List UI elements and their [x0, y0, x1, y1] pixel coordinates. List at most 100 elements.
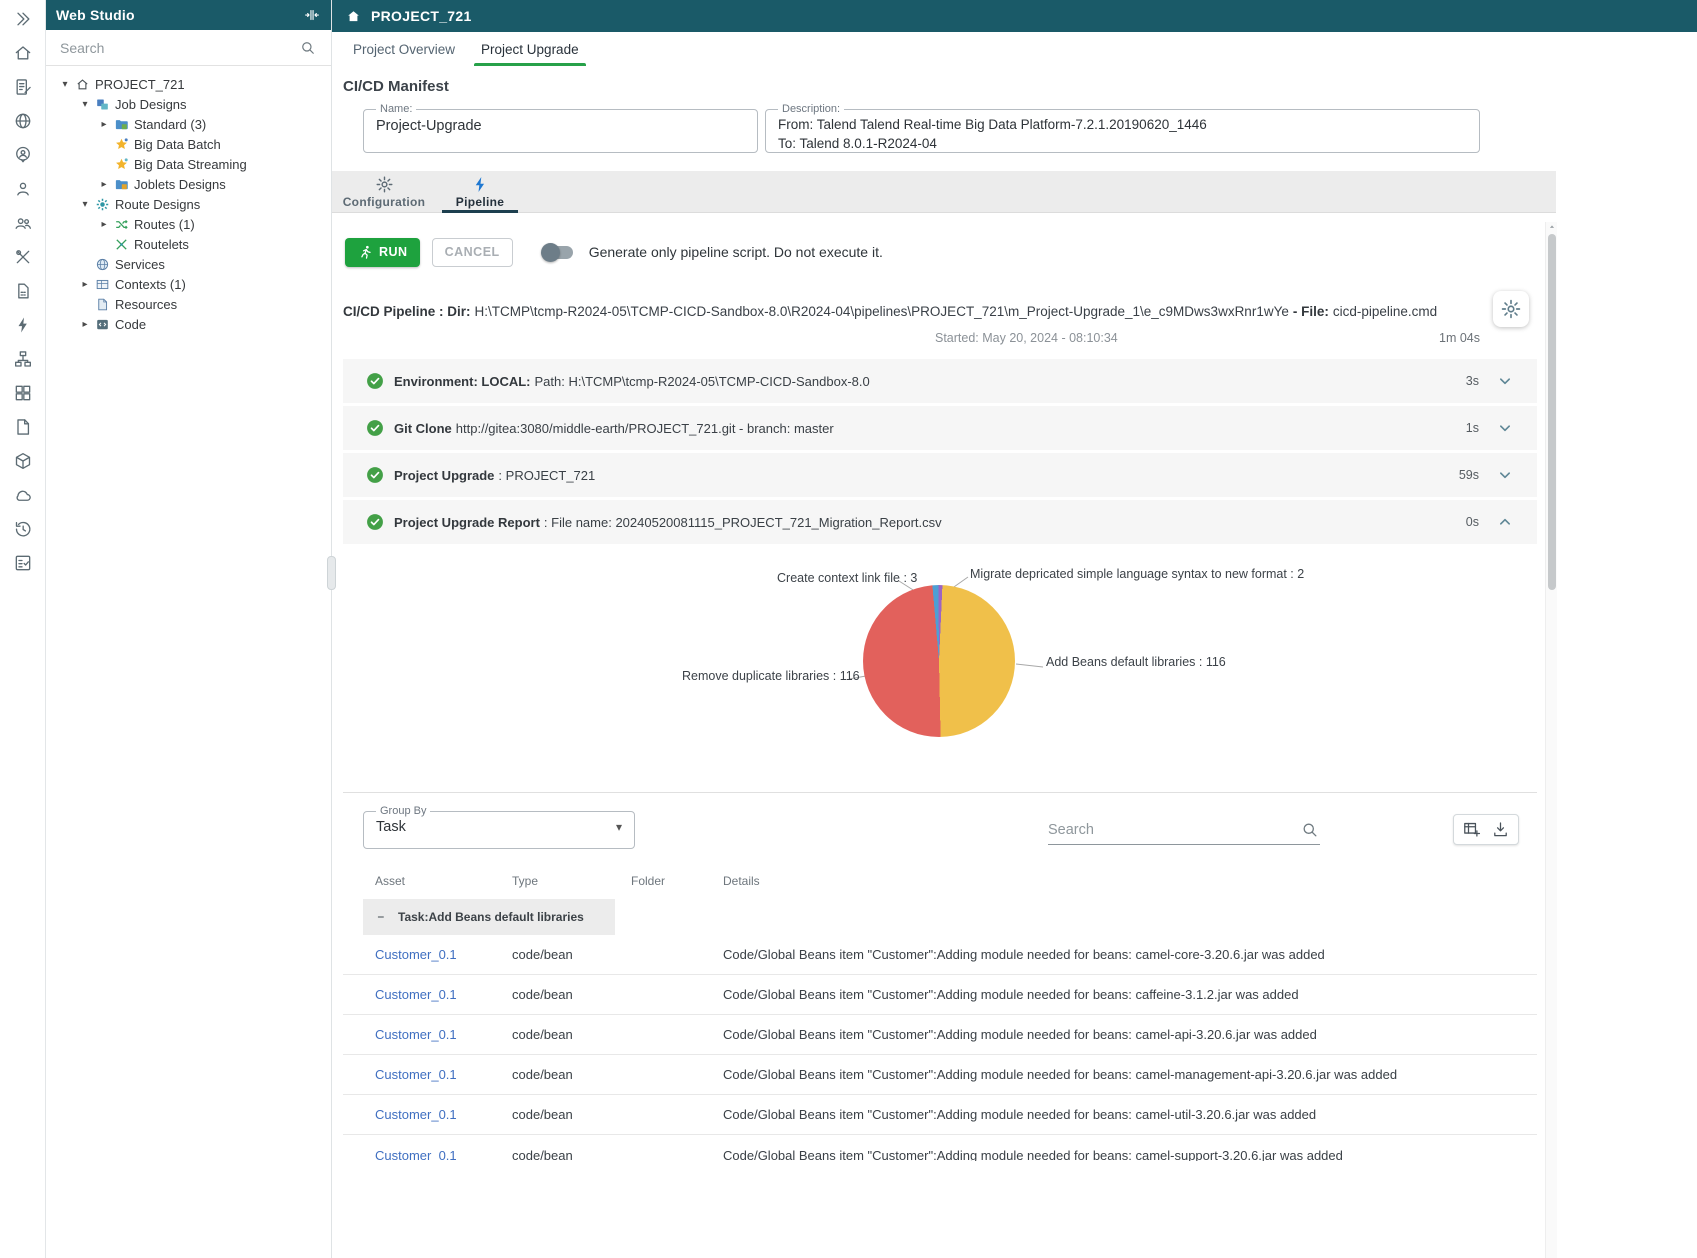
tree-item-resources[interactable]: Resources [46, 294, 331, 314]
tab-project-upgrade[interactable]: Project Upgrade [468, 32, 592, 66]
expand-open-icon[interactable]: ▾ [60, 79, 70, 90]
sidebar-title: Web Studio [56, 7, 135, 23]
gear-icon [1500, 298, 1522, 320]
collapse-panel-icon[interactable] [303, 6, 321, 24]
table-row: Customer_0.1 code/bean Code/Global Beans… [343, 975, 1537, 1015]
tree-item-code[interactable]: ▸Code [46, 314, 331, 334]
document-icon[interactable] [11, 416, 35, 438]
asset-link[interactable]: Customer_0.1 [375, 1027, 512, 1042]
table-row: Customer_0.1 code/bean Code/Global Beans… [343, 1055, 1537, 1095]
scrollbar-thumb[interactable] [1548, 234, 1556, 590]
step-project-upgrade[interactable]: Project Upgrade: PROJECT_721 59s [343, 453, 1537, 497]
asset-link[interactable]: Customer_0.1 [375, 1067, 512, 1082]
route-designs-icon [95, 197, 110, 212]
subtab-configuration[interactable]: Configuration [336, 171, 432, 212]
history-icon[interactable] [11, 518, 35, 540]
step-environment[interactable]: Environment: LOCAL:Path: H:\TCMP\tcmp-R2… [343, 359, 1537, 403]
vertical-scrollbar[interactable] [1545, 222, 1557, 1258]
tree-item-routelets[interactable]: Routelets [46, 234, 331, 254]
pie-label-migrate-syntax: Migrate depricated simple language synta… [970, 567, 1304, 581]
expand-open-icon[interactable]: ▾ [80, 199, 90, 210]
person-icon[interactable] [11, 178, 35, 200]
people-icon[interactable] [11, 212, 35, 234]
tree-item-route-designs[interactable]: ▾Route Designs [46, 194, 331, 214]
cloud-icon[interactable] [11, 484, 35, 506]
cancel-button[interactable]: CANCEL [432, 238, 513, 267]
search-icon[interactable] [299, 39, 317, 57]
step-project-upgrade-report[interactable]: Project Upgrade Report: File name: 20240… [343, 500, 1537, 544]
report-search-input[interactable] [1048, 822, 1300, 838]
expand-closed-icon[interactable]: ▸ [99, 119, 109, 130]
folder-icon [114, 177, 129, 192]
home-icon[interactable] [11, 42, 35, 64]
expand-closed-icon[interactable]: ▸ [99, 179, 109, 190]
person-pin-icon[interactable] [11, 144, 35, 166]
double-chevron-right-icon[interactable] [11, 8, 35, 30]
download-icon[interactable] [1491, 820, 1510, 839]
gear-icon [375, 175, 394, 194]
sidebar-resize-handle[interactable] [327, 556, 336, 590]
package-icon[interactable] [11, 450, 35, 472]
chevron-down-icon[interactable] [1495, 371, 1515, 391]
app-grid-icon[interactable] [11, 382, 35, 404]
group-by-select[interactable]: Group By Task ▾ [363, 805, 635, 849]
asset-link[interactable]: Customer_0.1 [375, 987, 512, 1002]
subtab-pipeline[interactable]: Pipeline [432, 171, 528, 212]
scroll-up-arrow-icon[interactable] [1547, 222, 1557, 232]
run-button[interactable]: RUN [345, 238, 420, 267]
dropdown-arrow-icon[interactable]: ▾ [616, 820, 622, 834]
migration-pie-chart [863, 585, 1015, 737]
table-group-row[interactable]: Task:Add Beans default libraries [363, 899, 615, 935]
sidebar-header: Web Studio [46, 0, 331, 30]
pipeline-settings-button[interactable] [1493, 291, 1529, 327]
tree-item-job-designs[interactable]: ▾Job Designs [46, 94, 331, 114]
repository-sidebar: Web Studio ▾PROJECT_721 ▾Job Designs ▸St… [46, 0, 332, 1258]
tree-item-routes[interactable]: ▸Routes (1) [46, 214, 331, 234]
sidebar-search-input[interactable] [60, 40, 299, 56]
tools-icon[interactable] [11, 246, 35, 268]
globe-icon[interactable] [11, 110, 35, 132]
project-tabbar: Project Overview Project Upgrade [332, 32, 1697, 66]
services-globe-icon [95, 257, 110, 272]
step-duration: 0s [1466, 515, 1479, 529]
tree-item-big-data-batch[interactable]: Big Data Batch [46, 134, 331, 154]
bolt-icon[interactable] [11, 314, 35, 336]
expand-closed-icon[interactable]: ▸ [80, 279, 90, 290]
sidebar-search [46, 30, 331, 66]
chevron-down-icon[interactable] [1495, 465, 1515, 485]
clipboard-edit-icon[interactable] [11, 76, 35, 98]
left-icon-rail [0, 0, 46, 1258]
search-icon[interactable] [1300, 820, 1320, 840]
tree-item-contexts[interactable]: ▸Contexts (1) [46, 274, 331, 294]
tree-item-services[interactable]: Services [46, 254, 331, 274]
chevron-up-icon[interactable] [1495, 512, 1515, 532]
home-small-icon [75, 77, 90, 92]
manifest-fields: Name: Description: From: Talend Talend R… [363, 103, 1556, 153]
expand-closed-icon[interactable]: ▸ [80, 319, 90, 330]
generate-only-toggle[interactable] [543, 246, 573, 259]
manifest-subtabs: Configuration Pipeline [332, 171, 1556, 213]
flow-tree-icon[interactable] [11, 348, 35, 370]
asset-link[interactable]: Customer_0.1 [375, 1107, 512, 1122]
chevron-down-icon[interactable] [1495, 418, 1515, 438]
tab-project-overview[interactable]: Project Overview [340, 32, 468, 66]
asset-link[interactable]: Customer_0.1 [375, 1148, 512, 1161]
upgrade-report-panel: Create context link file : 3 Migrate dep… [343, 547, 1537, 793]
description-field: Description: From: Talend Talend Real-ti… [765, 103, 1480, 153]
step-git-clone[interactable]: Git Clonehttp://gitea:3080/middle-earth/… [343, 406, 1537, 450]
tree-item-project-721[interactable]: ▾PROJECT_721 [46, 74, 331, 94]
asset-link[interactable]: Customer_0.1 [375, 947, 512, 962]
expand-open-icon[interactable]: ▾ [80, 99, 90, 110]
toggle-knob[interactable] [541, 243, 560, 262]
pipeline-dir-label: CI/CD Pipeline : Dir: [343, 304, 471, 319]
sim-card-icon[interactable] [11, 280, 35, 302]
table-tools [1453, 814, 1519, 845]
name-input[interactable] [376, 118, 745, 134]
tree-item-joblets-designs[interactable]: ▸Joblets Designs [46, 174, 331, 194]
collapse-minus-icon[interactable] [375, 910, 389, 924]
tree-item-standard[interactable]: ▸Standard (3) [46, 114, 331, 134]
tree-item-big-data-streaming[interactable]: Big Data Streaming [46, 154, 331, 174]
expand-closed-icon[interactable]: ▸ [99, 219, 109, 230]
column-settings-icon[interactable] [1462, 820, 1481, 839]
checklist-icon[interactable] [11, 552, 35, 574]
